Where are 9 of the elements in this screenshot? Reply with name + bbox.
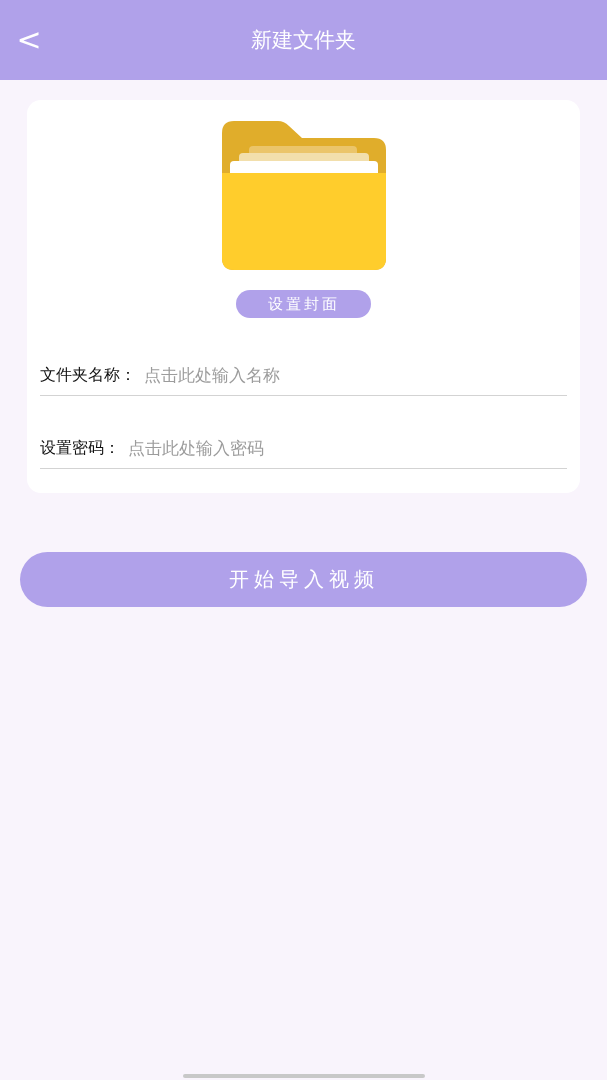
start-import-button[interactable]: 开始导入视频 [20, 552, 587, 607]
folder-icon [221, 121, 386, 270]
page-title: 新建文件夹 [250, 27, 357, 54]
back-button[interactable]: < [14, 25, 44, 55]
field-label: 设置密码： [40, 437, 120, 459]
set-cover-button[interactable]: 设置封面 [236, 290, 371, 318]
input-field[interactable]: 点击此处输入名称 [142, 364, 567, 386]
field-label: 文件夹名称： [40, 364, 136, 386]
input-field[interactable]: 点击此处输入密码 [126, 437, 567, 459]
